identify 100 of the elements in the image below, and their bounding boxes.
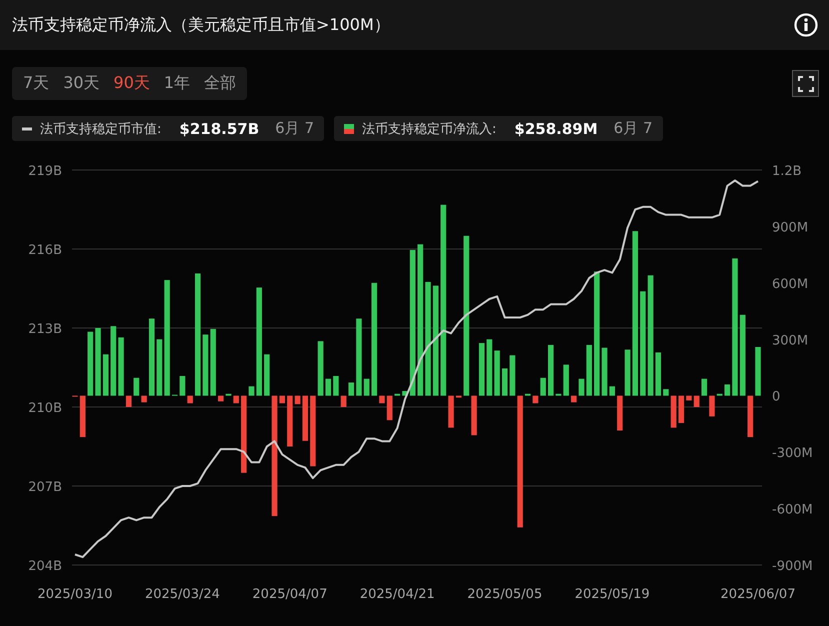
legend-date: 6月 7: [275, 119, 314, 138]
bar: [233, 396, 239, 404]
bar: [456, 396, 462, 398]
range-tab[interactable]: 1年: [156, 73, 198, 94]
bar: [548, 344, 554, 396]
info-icon[interactable]: [794, 13, 818, 37]
axis-label: 2025/03/24: [144, 587, 220, 602]
bar: [156, 339, 162, 396]
bar: [386, 396, 392, 420]
axis-label: 216B: [28, 243, 62, 258]
legend-label: 法币支持稳定币净流入:: [362, 120, 496, 138]
bar: [134, 378, 140, 396]
bar: [586, 344, 592, 396]
bar: [563, 364, 569, 396]
bar: [748, 396, 754, 438]
fullscreen-icon: [798, 76, 814, 92]
legend-value: $218.57B: [179, 120, 260, 138]
axis-label: 210B: [28, 401, 62, 416]
bar: [755, 347, 761, 396]
bar-legend-icon: [344, 124, 354, 134]
bar: [524, 394, 531, 396]
bar: [210, 328, 216, 396]
bar: [478, 343, 485, 396]
bar: [333, 376, 339, 396]
bar: [532, 396, 538, 404]
chart-title: 法币支持稳定币净流入（美元稳定币且市值>100M）: [12, 14, 390, 36]
bar: [325, 378, 332, 396]
bar: [287, 396, 293, 446]
bar: [279, 396, 285, 404]
bar: [302, 396, 308, 441]
bar: [678, 396, 684, 423]
bar: [118, 337, 124, 396]
bar: [502, 368, 508, 396]
bar: [402, 391, 408, 396]
bar: [379, 396, 385, 404]
axis-label: 2025/05/19: [574, 587, 650, 602]
bar: [218, 396, 224, 402]
axis-label: 207B: [28, 480, 62, 495]
bar: [180, 376, 186, 396]
axis-label: 2025/04/07: [252, 587, 328, 602]
bar: [655, 352, 662, 396]
bar: [571, 396, 577, 402]
axis-label: 204B: [28, 559, 62, 574]
axis-label: 2025/03/10: [38, 587, 112, 602]
bar: [340, 396, 346, 407]
axis-label: 213B: [28, 322, 62, 337]
bar: [694, 396, 700, 407]
axis-label: -300M: [772, 446, 813, 462]
range-tab[interactable]: 7天: [16, 73, 56, 94]
legend-label: 法币支持稳定币市值:: [40, 120, 162, 138]
bar: [88, 332, 94, 396]
bar: [95, 328, 101, 396]
bar: [310, 396, 316, 466]
range-tab[interactable]: 全部: [197, 73, 244, 94]
bar: [318, 341, 324, 396]
bar: [578, 378, 584, 396]
axis-label: 2025/04/21: [360, 587, 435, 602]
bar: [364, 378, 370, 396]
bar: [226, 394, 232, 396]
bar: [724, 384, 730, 396]
axis-label: -600M: [772, 502, 813, 518]
fullscreen-button[interactable]: [792, 70, 819, 97]
legend-value: $258.89M: [514, 120, 598, 138]
legend-date: 6月 7: [614, 119, 653, 138]
bar: [709, 396, 715, 416]
bar: [102, 354, 108, 396]
bar: [202, 334, 208, 396]
bar: [609, 386, 615, 396]
bar: [686, 396, 692, 400]
range-tab[interactable]: 30天: [56, 73, 107, 94]
bar: [701, 378, 708, 396]
bar: [540, 378, 546, 396]
bar: [617, 396, 623, 430]
bar: [471, 396, 477, 436]
bar: [110, 326, 116, 396]
bar: [670, 396, 676, 428]
bar: [248, 386, 254, 396]
bar: [494, 350, 500, 396]
bar: [141, 396, 147, 402]
axis-label: 300M: [772, 333, 808, 348]
axis-label: 2025/06/07: [720, 587, 796, 602]
range-tab[interactable]: 90天: [106, 73, 157, 94]
axis-label: -900M: [772, 559, 813, 574]
bar: [486, 339, 492, 396]
axis-label: 900M: [772, 220, 808, 236]
bar: [126, 396, 132, 407]
axis-label: 600M: [772, 276, 808, 292]
bar: [663, 389, 669, 396]
bar: [187, 396, 193, 404]
bar: [624, 350, 630, 396]
bar: [602, 348, 608, 396]
axis-label: 219B: [28, 164, 62, 179]
bar: [264, 354, 270, 396]
bar: [716, 394, 722, 396]
axis-label: 0: [772, 390, 780, 405]
bar: [510, 355, 516, 396]
bar: [348, 382, 354, 396]
bar: [80, 396, 86, 438]
bar: [294, 396, 300, 404]
axis-label: 1.2B: [772, 164, 802, 179]
